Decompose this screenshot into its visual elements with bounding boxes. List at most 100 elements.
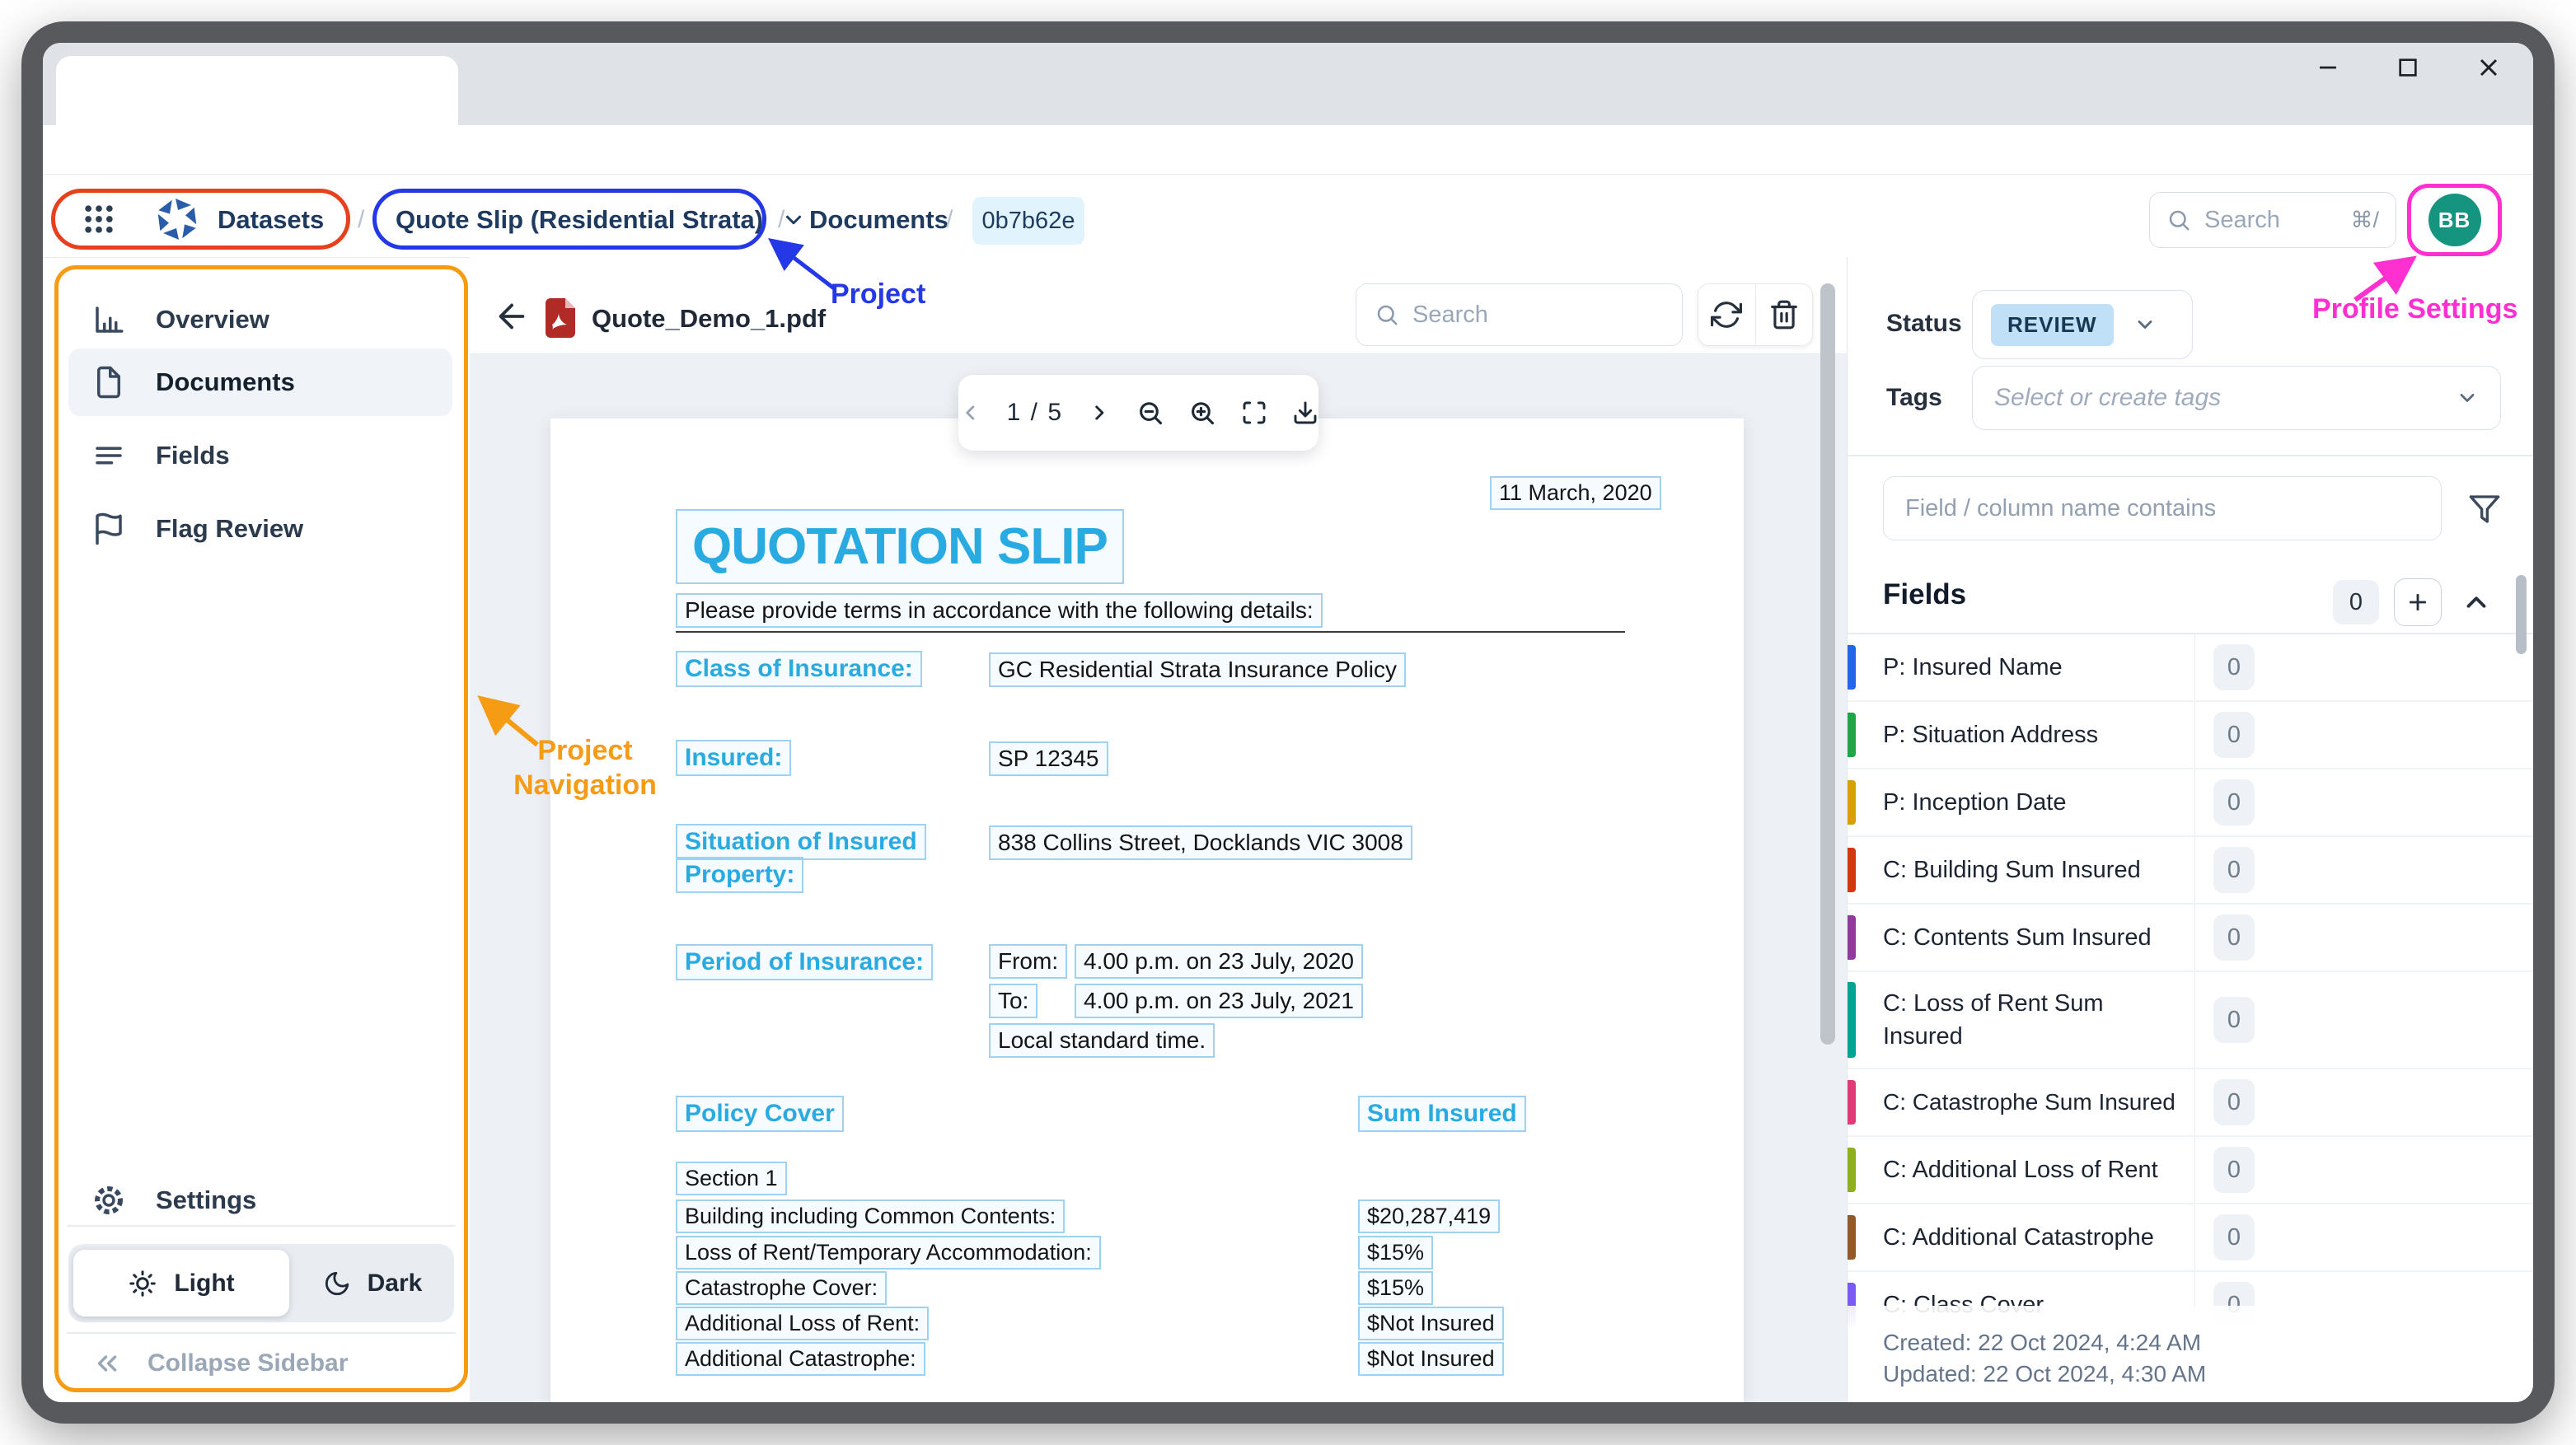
pdf-title: QUOTATION SLIP (676, 509, 1124, 584)
field-row[interactable]: C: Catastrophe Sum Insured 0 (1848, 1069, 2533, 1137)
sidebar-item-overview[interactable]: Overview (68, 292, 452, 347)
field-row[interactable]: P: Situation Address 0 (1848, 702, 2533, 769)
pdf-period-label: Period of Insurance: (676, 944, 934, 980)
browser-tab[interactable] (56, 56, 458, 125)
pdf-area: 1 / 5 11 March, 2020 QUOTATION SLIP Plea… (470, 354, 1847, 1402)
status-dropdown[interactable]: REVIEW (1972, 290, 2193, 359)
details-panel: Status REVIEW Tags Select or create tags… (1847, 257, 2533, 1402)
zoom-in-icon[interactable] (1188, 396, 1216, 429)
refresh-button[interactable] (1698, 284, 1755, 345)
collapse-sidebar-label: Collapse Sidebar (148, 1349, 349, 1377)
field-count: 0 (2213, 779, 2255, 825)
pdf-cover-label: Loss of Rent/Temporary Accommodation: (676, 1236, 1101, 1270)
breadcrumb-separator: / (358, 206, 365, 233)
sidebar-item-flag-review[interactable]: Flag Review (68, 502, 452, 556)
page-controls: 1 / 5 (958, 375, 1318, 451)
field-name: C: Building Sum Insured (1883, 857, 2141, 883)
filter-icon[interactable] (2468, 493, 2501, 526)
add-icon (2410, 594, 2426, 610)
next-page-icon[interactable] (1088, 399, 1112, 427)
pdf-cover-value: $Not Insured (1358, 1342, 1504, 1376)
field-row[interactable]: C: Contents Sum Insured 0 (1848, 905, 2533, 972)
documents-icon (97, 366, 120, 399)
field-count: 0 (2213, 914, 2255, 961)
field-name: P: Inception Date (1883, 789, 2067, 816)
document-search-input[interactable] (1412, 301, 1664, 329)
close-icon[interactable] (2474, 53, 2503, 82)
breadcrumb-separator: / (946, 206, 953, 233)
sidebar-item-settings[interactable]: Settings (68, 1173, 452, 1228)
field-count: 0 (2213, 644, 2255, 690)
field-name: P: Insured Name (1883, 654, 2063, 680)
dropdown-icon (2138, 320, 2152, 329)
theme-light-label: Light (174, 1269, 235, 1297)
sidebar-item-label: Overview (156, 305, 269, 334)
profile-button[interactable]: BB (2407, 184, 2502, 256)
field-count: 0 (2213, 997, 2255, 1043)
delete-button[interactable] (1754, 284, 1813, 345)
dark-icon (325, 1271, 349, 1295)
document-viewer: Quote_Demo_1.pdf 1 / 5 (470, 257, 1847, 1402)
avatar[interactable]: BB (2428, 194, 2481, 246)
field-count: 0 (2213, 847, 2255, 893)
project-selector[interactable]: Quote Slip (Residential Strata) (396, 205, 806, 235)
collapse-section-icon[interactable] (2461, 587, 2492, 618)
sidebar: Overview Documents Fields Flag Review Se… (54, 265, 468, 1392)
fullscreen-icon[interactable] (1241, 397, 1267, 428)
status-label: Status (1886, 310, 1962, 337)
field-color-bar (1848, 1215, 1856, 1260)
field-color-bar (1848, 1148, 1856, 1192)
tags-dropdown[interactable]: Select or create tags (1972, 366, 2501, 430)
back-icon[interactable] (493, 297, 531, 335)
field-row[interactable]: C: Additional Loss of Rent 0 (1848, 1137, 2533, 1204)
pdf-intro: Please provide terms in accordance with … (676, 593, 1323, 628)
field-row[interactable]: C: Additional Catastrophe 0 (1848, 1204, 2533, 1272)
field-row[interactable]: P: Inception Date 0 (1848, 769, 2533, 837)
global-search[interactable]: ⌘/ (2149, 192, 2396, 248)
document-search[interactable] (1356, 283, 1683, 346)
app-grid-icon[interactable] (81, 201, 117, 237)
download-icon[interactable] (1292, 397, 1318, 428)
sidebar-item-fields[interactable]: Fields (68, 428, 452, 483)
tags-placeholder: Select or create tags (1994, 384, 2222, 411)
theme-light-button[interactable]: Light (73, 1250, 289, 1316)
field-color-bar (1848, 982, 1856, 1058)
field-color-bar (1848, 645, 1856, 690)
collapse-sidebar-button[interactable]: Collapse Sidebar (68, 1336, 452, 1391)
field-row[interactable]: C: Building Sum Insured 0 (1848, 837, 2533, 905)
field-row[interactable]: C: Loss of Rent Sum Insured 0 (1848, 972, 2533, 1069)
search-icon (2169, 210, 2190, 231)
field-filter-input[interactable] (1883, 476, 2442, 540)
zoom-out-icon[interactable] (1136, 396, 1164, 429)
main-scrollbar[interactable] (1820, 283, 1835, 1045)
breadcrumb-datasets[interactable]: Datasets (218, 205, 324, 235)
field-row[interactable]: P: Insured Name 0 (1848, 634, 2533, 702)
theme-toggle: Light Dark (68, 1244, 454, 1322)
browser-navbar (43, 125, 2533, 252)
panel-scrollbar[interactable] (2516, 575, 2527, 654)
pdf-period-note: Local standard time. (989, 1023, 1215, 1058)
created-timestamp: Created: 22 Oct 2024, 4:24 AM (1883, 1330, 2202, 1355)
app-header: Datasets / Quote Slip (Residential Strat… (43, 175, 2533, 258)
field-count: 0 (2213, 1214, 2255, 1260)
minimize-icon[interactable] (2314, 54, 2342, 82)
pdf-kv-label: Class of Insurance: (676, 651, 922, 687)
field-color-bar (1848, 713, 1856, 757)
breadcrumb-documents[interactable]: Documents (809, 205, 948, 235)
add-field-button[interactable] (2394, 578, 2442, 626)
pdf-kv-label: Insured: (676, 740, 792, 776)
sidebar-item-documents[interactable]: Documents (68, 348, 452, 416)
pdf-cover-value: $15% (1358, 1236, 1434, 1270)
global-search-input[interactable] (2204, 206, 2338, 234)
pdf-kv-label: Property: (676, 857, 804, 893)
light-icon (129, 1270, 157, 1297)
theme-dark-button[interactable]: Dark (296, 1250, 449, 1316)
field-name: P: Situation Address (1883, 722, 2099, 748)
maximize-icon[interactable] (2395, 54, 2421, 81)
field-name: C: Additional Catastrophe (1883, 1224, 2154, 1251)
logo-icon (157, 199, 197, 240)
tags-label: Tags (1886, 384, 1942, 411)
fields-icon (96, 447, 122, 465)
breadcrumb-separator: / (778, 206, 785, 233)
prev-page-icon[interactable] (958, 399, 982, 427)
